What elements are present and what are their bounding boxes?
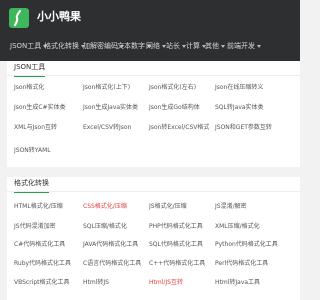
nav-label: 其他 bbox=[205, 42, 219, 50]
tool-link-highlighted[interactable]: Html/JS互转 bbox=[149, 278, 183, 288]
nav-other[interactable]: 其他 bbox=[205, 38, 225, 54]
nav-label: 网络 bbox=[146, 42, 160, 50]
tool-link[interactable]: JSON转YAML bbox=[14, 146, 51, 156]
section-json-tools: JSON工具 Json格式化 Json格式化(上下) Json格式化(左右) J… bbox=[7, 61, 300, 167]
tool-link[interactable]: C++代码格式化工具 bbox=[149, 259, 205, 269]
tool-link[interactable]: Ruby代码格式化工具 bbox=[14, 259, 71, 269]
tool-link[interactable]: C语言代码格式化工具 bbox=[83, 259, 141, 269]
tool-link[interactable]: Python代码格式化工具 bbox=[215, 240, 278, 250]
site-name[interactable]: 小小鸭果 bbox=[37, 10, 81, 24]
tool-link[interactable]: XML压缩/格式化 bbox=[215, 222, 260, 232]
tool-link[interactable]: Json格式化(上下) bbox=[83, 83, 130, 93]
chevron-down-icon bbox=[257, 44, 261, 48]
site-logo-icon[interactable] bbox=[9, 8, 29, 28]
section-format-convert: 格式化转换 HTML格式化/压缩 CSS格式化/压缩 JS格式化/压缩 JS混淆… bbox=[7, 177, 300, 300]
tool-link[interactable]: Json生成C#实体类 bbox=[14, 103, 66, 113]
tool-link[interactable]: JS代码混淆加密 bbox=[14, 222, 56, 232]
nav-calculate[interactable]: 计算 bbox=[186, 38, 206, 54]
nav-label: 站长 bbox=[166, 42, 180, 50]
nav-format-convert[interactable]: 格式化转换 bbox=[44, 38, 85, 54]
tool-link[interactable]: JS格式化/压缩 bbox=[149, 202, 187, 212]
tool-link[interactable]: Html转JS bbox=[83, 278, 109, 288]
top-navbar: 小小鸭果 JSON工具 格式化转换 加解密编码 文本数字 网络 站长 计算 其他… bbox=[0, 0, 300, 61]
tool-link[interactable]: Json格式化(左右) bbox=[149, 83, 196, 93]
tool-link[interactable]: HTML格式化/压缩 bbox=[14, 202, 63, 212]
tool-link[interactable]: Json格式化 bbox=[14, 83, 44, 93]
tool-link[interactable]: Json转Excel/CSV格式 bbox=[149, 123, 209, 133]
tool-link[interactable]: Json在线压缩转义 bbox=[215, 83, 263, 93]
tool-link[interactable]: VBScript格式化工具 bbox=[14, 278, 70, 288]
chevron-down-icon bbox=[221, 44, 225, 48]
nav-label: 计算 bbox=[186, 42, 200, 50]
tool-link[interactable]: Json生成Go结构体 bbox=[149, 103, 200, 113]
tool-link-highlighted[interactable]: CSS格式化/压缩 bbox=[83, 202, 127, 212]
nav-label: 格式化转换 bbox=[44, 42, 79, 50]
nav-network[interactable]: 网络 bbox=[146, 38, 166, 54]
tool-link[interactable]: Html转Java工具 bbox=[215, 278, 260, 288]
nav-json-tools[interactable]: JSON工具 bbox=[10, 38, 48, 54]
tool-link[interactable]: SQL压缩/格式化 bbox=[83, 222, 127, 232]
divider bbox=[7, 75, 300, 76]
divider bbox=[7, 191, 300, 192]
tool-link[interactable]: JAVA代码格式化工具 bbox=[83, 240, 138, 250]
tool-link[interactable]: C#代码格式化工具 bbox=[14, 240, 65, 250]
tool-link[interactable]: SQL代码格式化工具 bbox=[149, 240, 203, 250]
tool-link[interactable]: JSON和GET参数互转 bbox=[215, 123, 272, 133]
main-content: JSON工具 Json格式化 Json格式化(上下) Json格式化(左右) J… bbox=[0, 61, 300, 300]
tool-link[interactable]: JS混淆/解密 bbox=[215, 202, 247, 212]
nav-label: 前端开发 bbox=[227, 42, 255, 50]
tool-link[interactable]: Json生成Java实体类 bbox=[83, 103, 138, 113]
tool-link[interactable]: Perl代码格式化工具 bbox=[215, 259, 268, 269]
tool-link[interactable]: SQL转Java实体类 bbox=[215, 103, 264, 113]
tool-link[interactable]: PHP代码格式化工具 bbox=[149, 222, 203, 232]
main-nav: JSON工具 格式化转换 加解密编码 文本数字 网络 站长 计算 其他 前端开发 bbox=[0, 38, 300, 54]
nav-label: 加解密编码 bbox=[83, 42, 118, 50]
nav-webmaster[interactable]: 站长 bbox=[166, 38, 186, 54]
tool-link[interactable]: XML与Json互转 bbox=[14, 123, 57, 133]
nav-frontend-dev[interactable]: 前端开发 bbox=[227, 38, 261, 54]
nav-label: JSON工具 bbox=[10, 42, 42, 50]
tool-link[interactable]: Excel/CSV转Json bbox=[83, 123, 131, 133]
nav-label: 文本数字 bbox=[117, 42, 145, 50]
